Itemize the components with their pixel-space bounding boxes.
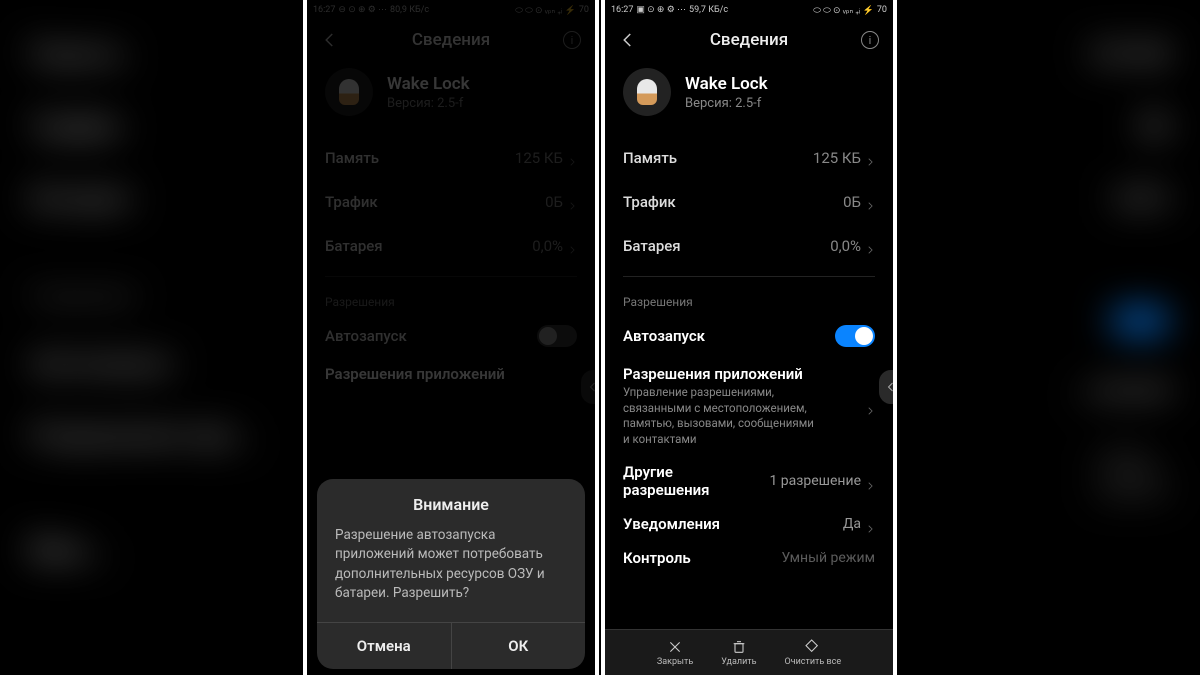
control-value: Умный режим [782,550,875,566]
ok-button[interactable]: ОК [452,623,586,669]
chevron-right-icon [865,153,875,163]
section-permissions: Разрешения [605,285,893,315]
clear-icon [805,639,821,655]
app-version: Версия: 2.5-f [685,96,768,111]
trash-icon [731,639,747,655]
status-bar: 16:27 ▣ ⊙ ⊕ ⚙ ⋯ 59,7 КБ/с ⬭ ⬭ ⊙ ᵥₚₙ ₊ᵢ ⚡… [605,0,893,20]
row-memory[interactable]: Память 125 КБ [623,136,875,180]
chevron-right-icon [865,519,875,529]
row-app-permissions[interactable]: Разрешения приложений Управление разреше… [605,357,893,455]
row-notifications[interactable]: Уведомления Да [605,507,893,541]
recents-action-bar: Закрыть Удалить Очистить все [605,629,893,675]
chevron-right-icon [865,197,875,207]
delete-button[interactable]: Удалить [721,639,756,667]
app-perms-subtitle: Управление разрешениями, связанными с ме… [623,385,823,447]
row-other-permissions[interactable]: Другие разрешения 1 разрешение [605,455,893,507]
clear-all-button[interactable]: Очистить все [785,639,842,667]
page-title: Сведения [710,30,788,50]
autostart-label: Автозапуск [623,327,705,345]
status-speed: 59,7 КБ/с [689,5,728,15]
notifications-value: Да [843,516,861,532]
other-perms-title: Другие разрешения [623,463,743,499]
row-autostart[interactable]: Автозапуск [605,315,893,357]
cancel-button[interactable]: Отмена [317,623,452,669]
autostart-toggle[interactable] [835,325,875,347]
dialog-title: Внимание [317,479,585,526]
close-button[interactable]: Закрыть [657,639,693,667]
chevron-right-icon [865,476,875,486]
chevron-right-icon [865,401,875,411]
phone-screenshot-right: 16:27 ▣ ⊙ ⊕ ⚙ ⋯ 59,7 КБ/с ⬭ ⬭ ⊙ ᵥₚₙ ₊ᵢ ⚡… [601,0,897,675]
memory-label: Память [623,149,677,167]
app-header: Wake Lock Версия: 2.5-f [605,64,893,136]
dialog-attention: Внимание Разрешение автозапуска приложен… [317,479,585,669]
app-name: Wake Lock [685,74,768,94]
app-icon [623,68,671,116]
dialog-body: Разрешение автозапуска приложений может … [317,526,585,622]
back-icon[interactable] [619,31,637,49]
other-perms-value: 1 разрешение [769,473,861,489]
phone-screenshot-left: 16:27 ⊖ ⊙ ⊕ ⚙ ⋯ 80,9 КБ/с ⬭ ⬭ ⊙ ᵥₚₙ ₊ᵢ ⚡… [303,0,599,675]
row-traffic[interactable]: Трафик 0Б [623,180,875,224]
row-control[interactable]: Контроль Умный режим [605,541,893,617]
status-time: 16:27 [611,5,633,15]
info-icon[interactable]: i [861,31,879,49]
row-battery[interactable]: Батарея 0,0% [623,224,875,268]
app-perms-title: Разрешения приложений [623,365,823,383]
notifications-title: Уведомления [623,515,720,533]
close-icon [667,639,683,655]
control-title: Контроль [623,549,691,567]
side-tab[interactable] [879,370,897,404]
battery-label: Батарея [623,237,681,255]
chevron-right-icon [865,241,875,251]
status-battery: 70 [877,5,887,15]
page-header: Сведения i [605,20,893,64]
traffic-label: Трафик [623,193,676,211]
